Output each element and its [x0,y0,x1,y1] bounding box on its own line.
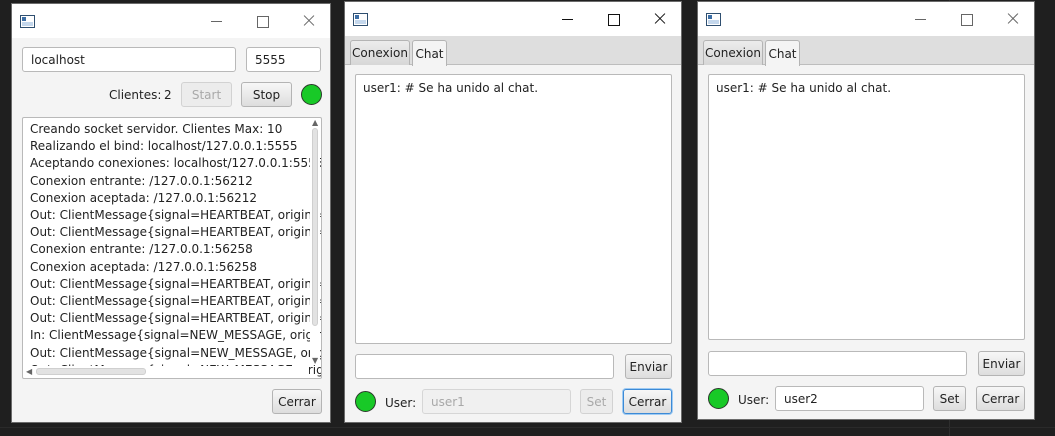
minimize-icon[interactable] [545,2,591,36]
log-vertical-scrollbar[interactable]: ▲ ▼ [310,119,320,365]
log-vertical-thumb[interactable] [312,128,318,326]
log-line: In: ClientMessage{signal=NEW_MESSAGE, or… [30,328,322,343]
host-input[interactable] [22,47,236,72]
client2-titlebar[interactable] [698,2,1034,36]
chat-message: user1: # Se ha unido al chat. [716,81,892,95]
server-close-button[interactable]: Cerrar [272,389,322,414]
scroll-up-arrow[interactable]: ▲ [312,119,318,127]
close-icon[interactable] [637,2,681,36]
set-username-button[interactable]: Set [933,386,966,411]
log-horizontal-thumb[interactable] [36,368,146,375]
user-label: User: [738,393,770,407]
log-line: Conexion aceptada: /127.0.0.1:56258 [30,259,258,274]
client1-close-button[interactable]: Cerrar [623,389,672,414]
tab-conexion[interactable]: Conexion [703,40,763,65]
log-line: Out: ClientMessage{signal=HEARTBEAT, ori… [30,294,322,308]
maximize-icon[interactable] [591,2,637,36]
log-line: Conexion entrante: /127.0.0.1:56212 [30,173,253,188]
tab-chat[interactable]: Chat [765,40,800,66]
send-button[interactable]: Enviar [978,351,1025,376]
log-line: Conexion aceptada: /127.0.0.1:56212 [30,190,258,205]
port-input[interactable] [246,47,321,72]
client1-tabbar: Conexion Chat [345,36,681,66]
desktop-edge-horizontal [0,427,1055,428]
log-line: Out: ClientMessage{signal=HEARTBEAT, ori… [30,208,322,222]
log-line: Realizando el bind: localhost/127.0.0.1:… [30,139,298,154]
log-line: Out: ClientMessage{signal=HEARTBEAT, ori… [30,276,322,291]
message-input[interactable] [708,351,967,376]
chat-messages[interactable]: user1: # Se ha unido al chat. [708,74,1025,340]
java-app-icon [353,13,368,26]
scroll-down-arrow[interactable]: ▼ [312,357,318,365]
scroll-left-arrow[interactable]: ◀ [26,368,32,376]
java-app-icon [706,13,721,26]
server-window: Clientes: 2 Start Stop Creando socket se… [11,3,331,423]
client1-window: Conexion Chat user1: # Se ha unido al ch… [344,1,682,423]
client1-titlebar[interactable] [345,2,681,36]
minimize-icon[interactable] [898,2,944,36]
chat-message: user1: # Se ha unido al chat. [363,81,539,95]
username-input[interactable] [775,386,924,411]
server-log[interactable]: Creando socket servidor. Clientes Max: 1… [22,117,322,379]
minimize-icon[interactable] [194,4,240,38]
close-icon[interactable] [286,4,330,38]
username-input[interactable] [422,389,571,414]
log-line: Aceptando conexiones: localhost/127.0.0.… [30,156,322,171]
client2-status-indicator [708,388,729,409]
send-button[interactable]: Enviar [625,354,672,379]
message-input[interactable] [355,354,614,379]
maximize-icon[interactable] [944,2,990,36]
server-status-indicator [301,84,322,105]
tab-chat[interactable]: Chat [412,40,447,66]
set-username-button[interactable]: Set [580,389,613,414]
tab-conexion[interactable]: Conexion [350,40,410,65]
log-line: Conexion entrante: /127.0.0.1:56258 [30,242,253,257]
log-line: Creando socket servidor. Clientes Max: 1… [30,122,283,136]
close-icon[interactable] [990,2,1034,36]
java-app-icon [20,15,35,28]
user-label: User: [385,396,417,410]
log-line: Out: ClientMessage{signal=NEW_MESSAGE, o… [30,345,322,360]
client2-tabbar: Conexion Chat [698,36,1034,66]
clients-count: 2 [164,88,172,102]
maximize-icon[interactable] [240,4,286,38]
start-button[interactable]: Start [181,82,232,107]
client2-close-button[interactable]: Cerrar [976,386,1025,411]
log-horizontal-scrollbar[interactable]: ◀ [24,366,309,377]
log-line: Out: ClientMessage{signal=HEARTBEAT, ori… [30,311,322,326]
chat-messages[interactable]: user1: # Se ha unido al chat. [355,74,672,344]
clients-label: Clientes: [109,88,162,102]
client1-status-indicator [355,391,376,412]
server-titlebar[interactable] [12,4,330,38]
client2-window: Conexion Chat user1: # Se ha unido al ch… [697,1,1035,420]
log-line: Out: ClientMessage{signal=HEARTBEAT, ori… [30,225,322,240]
stop-button[interactable]: Stop [241,82,292,107]
